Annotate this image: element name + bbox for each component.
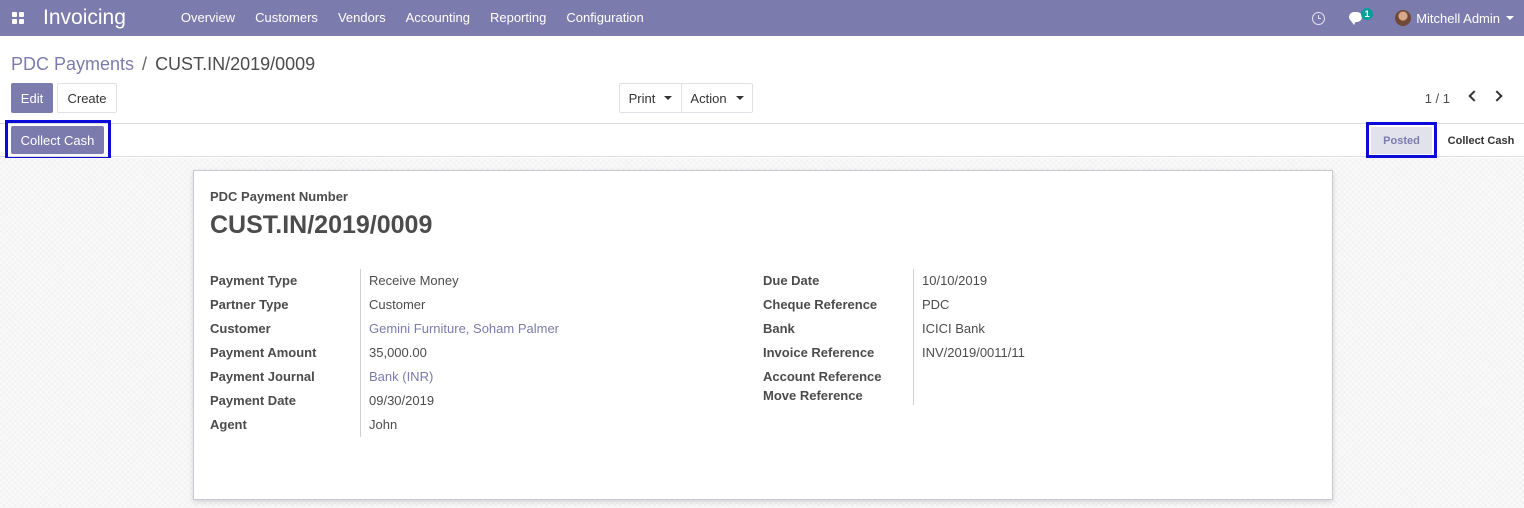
- print-dropdown[interactable]: Print: [619, 83, 682, 113]
- field-due-date: Due Date 10/10/2019: [763, 269, 1283, 293]
- create-button[interactable]: Create: [57, 83, 117, 113]
- field-label: Move Reference: [763, 388, 863, 403]
- clock-icon[interactable]: [1312, 11, 1326, 25]
- field-label: Invoice Reference: [763, 345, 875, 360]
- field-account-reference: Account Reference: [763, 365, 1283, 384]
- field-value: Customer: [369, 297, 426, 312]
- field-label: Customer: [210, 321, 271, 336]
- field-value: Receive Money: [369, 273, 459, 288]
- breadcrumb-pdc-payments[interactable]: PDC Payments: [11, 54, 134, 75]
- field-value: 10/10/2019: [922, 273, 988, 288]
- status-bar: [0, 123, 1524, 157]
- field-cheque-reference: Cheque Reference PDC: [763, 293, 1283, 317]
- status-stage-collect-cash[interactable]: Collect Cash: [1441, 127, 1521, 154]
- top-navbar: Invoicing Overview Customers Vendors Acc…: [0, 0, 1524, 36]
- field-move-reference: Move Reference: [763, 384, 1283, 408]
- record-title: CUST.IN/2019/0009: [210, 211, 433, 239]
- field-payment-journal: Payment Journal Bank (INR): [210, 365, 730, 389]
- customer-link[interactable]: Gemini Furniture, Soham Palmer: [369, 321, 559, 336]
- field-label: Account Reference: [763, 369, 882, 384]
- field-payment-amount: Payment Amount 35,000.00: [210, 341, 730, 365]
- payment-journal-link[interactable]: Bank (INR): [369, 369, 433, 384]
- print-label: Print: [628, 90, 656, 106]
- field-label: Payment Amount: [210, 345, 317, 360]
- chevron-right-icon[interactable]: [1491, 90, 1503, 102]
- field-label: Due Date: [763, 273, 820, 288]
- avatar[interactable]: [1395, 10, 1412, 26]
- breadcrumb: PDC Payments / CUST.IN/2019/0009: [11, 54, 315, 75]
- menu-item-configuration[interactable]: Configuration: [556, 0, 653, 36]
- pdc-payment-number-label: PDC Payment Number: [210, 189, 348, 204]
- menu-item-accounting[interactable]: Accounting: [396, 0, 480, 36]
- chat-badge: 1: [1361, 8, 1374, 20]
- field-value: ICICI Bank: [922, 321, 985, 336]
- field-partner-type: Partner Type Customer: [210, 293, 730, 317]
- field-payment-date: Payment Date 09/30/2019: [210, 389, 730, 413]
- right-field-group: Due Date 10/10/2019 Cheque Reference PDC…: [763, 269, 1283, 408]
- menu-item-vendors[interactable]: Vendors: [328, 0, 396, 36]
- caret-down-icon: [664, 96, 673, 100]
- navbar-systray: 1 Mitchell Admin: [1312, 0, 1524, 36]
- messaging-menu[interactable]: 1: [1347, 8, 1374, 28]
- action-label: Action: [690, 90, 727, 106]
- menu-item-reporting[interactable]: Reporting: [480, 0, 556, 36]
- field-value: 35,000.00: [369, 345, 427, 360]
- menu-item-customers[interactable]: Customers: [245, 0, 328, 36]
- field-value: INV/2019/0011/11: [922, 345, 1025, 360]
- apps-icon[interactable]: [0, 0, 36, 36]
- field-invoice-reference: Invoice Reference INV/2019/0011/11: [763, 341, 1283, 365]
- form-sheet: PDC Payment Number CUST.IN/2019/0009 Pay…: [193, 170, 1333, 500]
- pager-value[interactable]: 1 / 1: [1425, 91, 1450, 106]
- caret-down-icon[interactable]: [1506, 16, 1514, 20]
- field-label: Payment Journal: [210, 369, 315, 384]
- status-stage-posted[interactable]: Posted: [1371, 127, 1432, 154]
- breadcrumb-separator: /: [142, 54, 148, 74]
- field-label: Bank: [763, 321, 795, 336]
- field-label: Agent: [210, 417, 247, 432]
- field-label: Partner Type: [210, 297, 289, 312]
- chevron-left-icon[interactable]: [1468, 90, 1480, 102]
- edit-button[interactable]: Edit: [11, 83, 53, 113]
- field-value: John: [369, 417, 398, 432]
- field-label: Payment Date: [210, 393, 296, 408]
- user-menu-name[interactable]: Mitchell Admin: [1416, 11, 1500, 26]
- field-value: 09/30/2019: [369, 393, 435, 408]
- collect-cash-button[interactable]: Collect Cash: [11, 126, 104, 154]
- field-label: Cheque Reference: [763, 297, 878, 312]
- main-menu: Overview Customers Vendors Accounting Re…: [171, 0, 654, 36]
- menu-item-overview[interactable]: Overview: [171, 0, 245, 36]
- field-value: PDC: [922, 297, 950, 312]
- action-dropdown[interactable]: Action: [681, 83, 753, 113]
- app-title[interactable]: Invoicing: [43, 6, 126, 30]
- field-payment-type: Payment Type Receive Money: [210, 269, 730, 293]
- caret-down-icon: [735, 96, 744, 100]
- field-customer: Customer Gemini Furniture, Soham Palmer: [210, 317, 730, 341]
- breadcrumb-current: CUST.IN/2019/0009: [155, 54, 316, 74]
- field-agent: Agent John: [210, 413, 730, 437]
- field-label: Payment Type: [210, 273, 298, 288]
- field-bank: Bank ICICI Bank: [763, 317, 1283, 341]
- left-field-group: Payment Type Receive Money Partner Type …: [210, 269, 730, 437]
